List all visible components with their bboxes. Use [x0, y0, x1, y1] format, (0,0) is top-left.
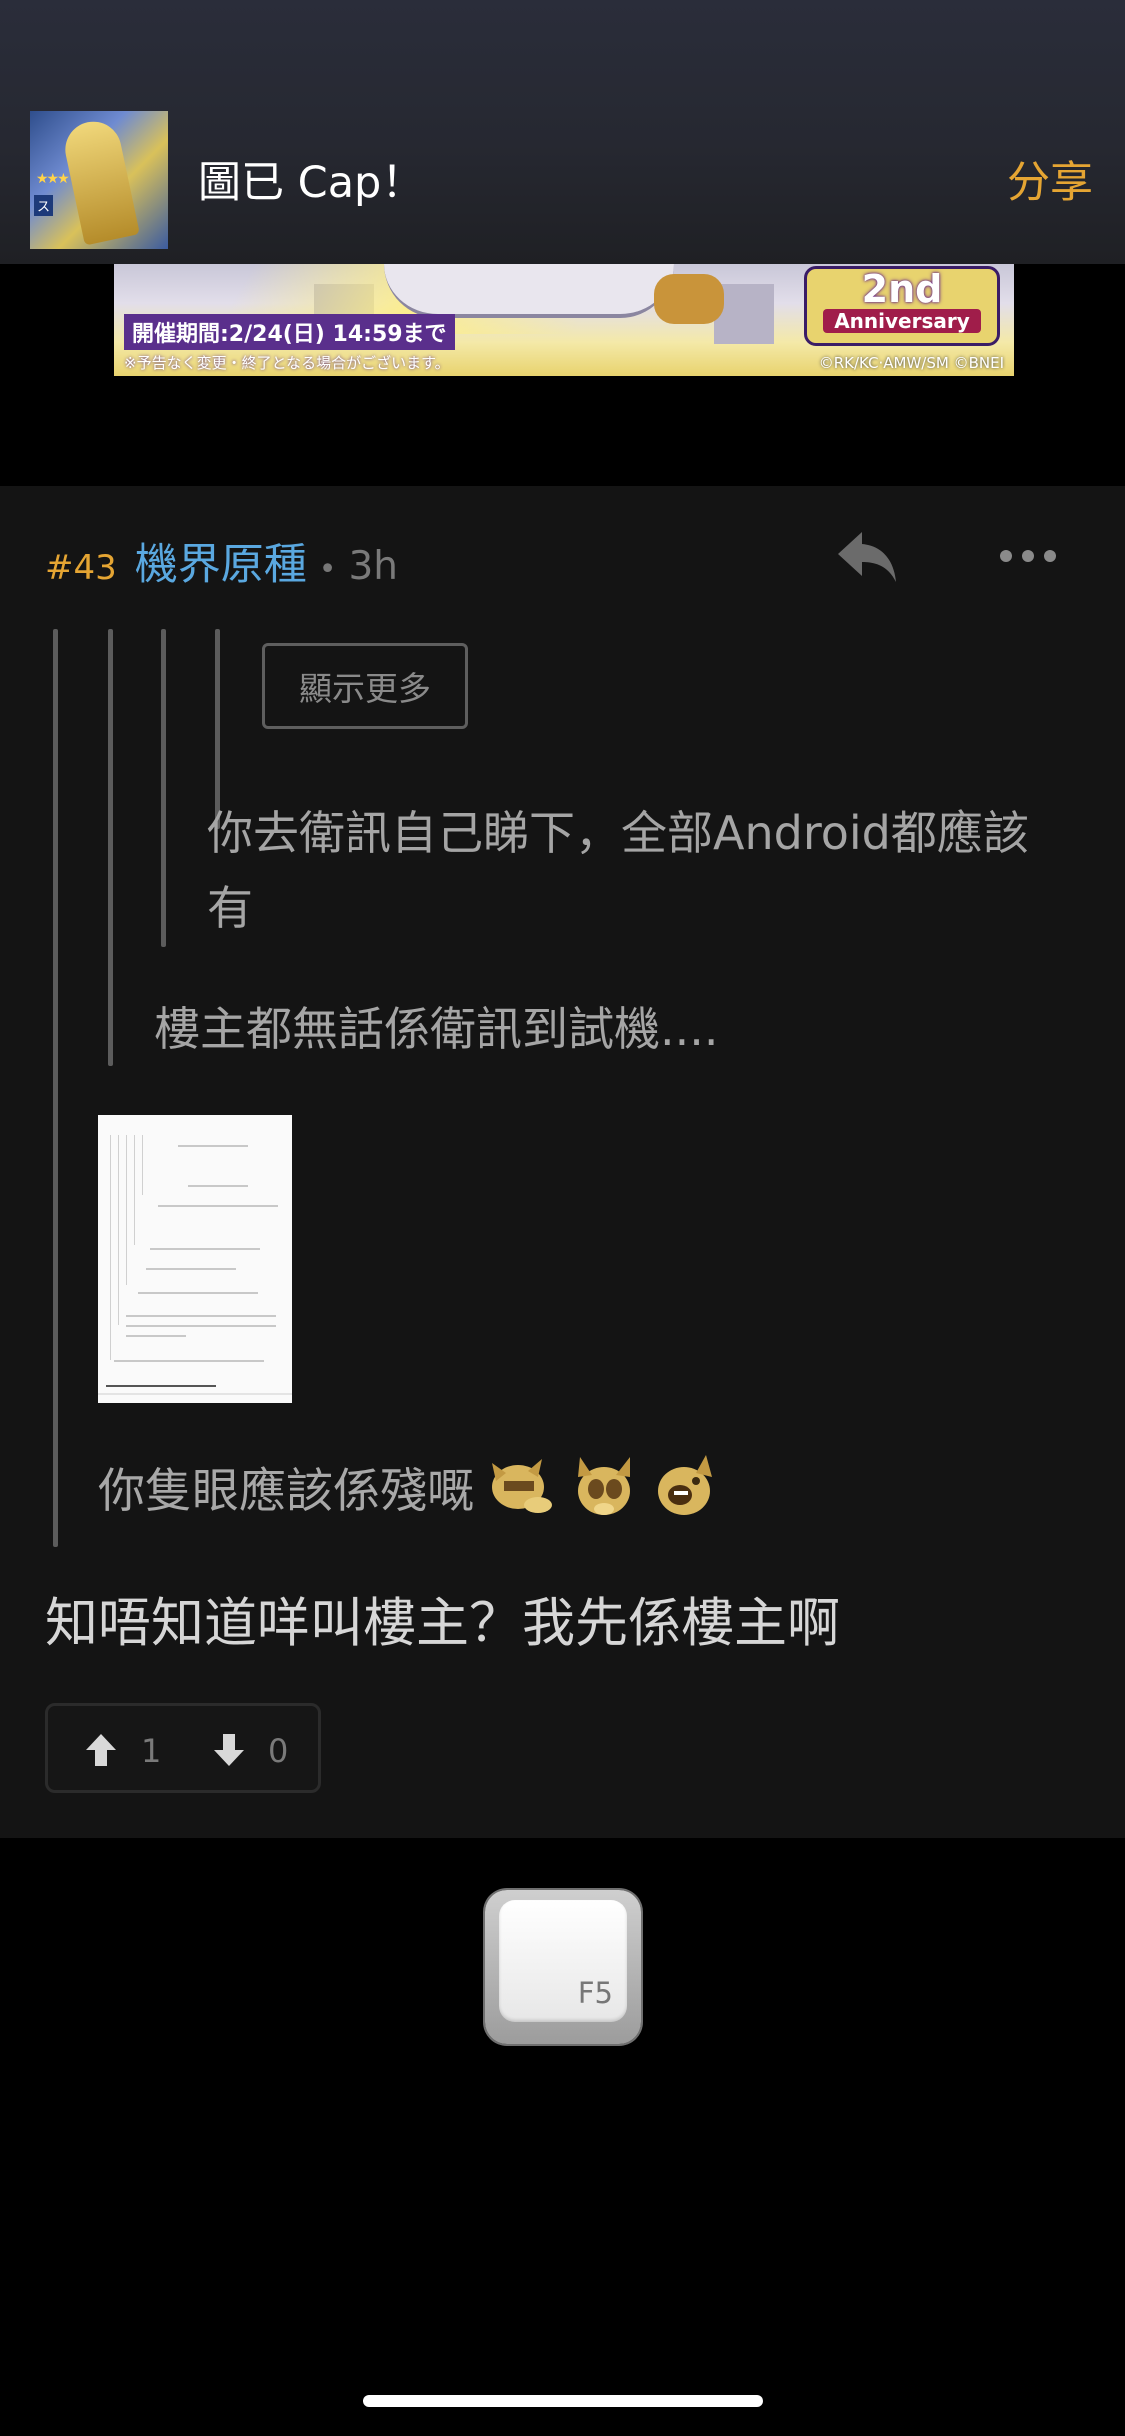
refresh-f5-button[interactable]: F5 [485, 1890, 641, 2044]
quote-bar-level-2 [108, 629, 113, 1066]
thumbnail-figure [60, 116, 140, 246]
post-body: 知唔知道咩叫樓主？我先係樓主啊 [45, 1593, 840, 1654]
thread-title: 圖已 Cap！ [198, 158, 425, 208]
banner-note: ※予告なく変更・終了となる場合がございます。 [124, 354, 450, 372]
share-button[interactable]: 分享 [1007, 148, 1093, 210]
quote-image-thumbnail[interactable] [98, 1115, 292, 1403]
dog-emoji-icon [492, 1459, 552, 1513]
post-username[interactable]: 機界原種 [135, 530, 307, 592]
banner-character-shoe [654, 274, 724, 324]
meta-separator: • [318, 552, 337, 587]
key-face: F5 [499, 1900, 627, 2022]
banner-copyright: ©RK/KC·AMW/SM ©BNEI [818, 354, 1004, 372]
reply-icon[interactable] [836, 526, 898, 586]
key-label: F5 [577, 1976, 613, 2010]
thread-thumbnail[interactable]: ★★★ ス [30, 111, 168, 249]
quote-mid-text: 樓主都無話係衛訊到試機.... [154, 1002, 719, 1056]
quote-bar-level-3 [161, 629, 166, 947]
home-indicator[interactable] [363, 2395, 763, 2407]
upvote-icon[interactable] [84, 1732, 118, 1768]
vote-box: 1 0 [45, 1703, 321, 1793]
show-more-button[interactable]: 顯示更多 [262, 643, 468, 729]
anniversary-label: Anniversary [823, 309, 981, 333]
anniversary-badge: 2nd Anniversary [804, 266, 1000, 346]
thumbnail-stars: ★★★ [36, 171, 70, 187]
quote-text-row: 你隻眼應該係殘嘅 [98, 1451, 726, 1521]
banner-period: 開催期間:2/24(日) 14:59まで [124, 314, 455, 350]
upvote-count: 1 [141, 1732, 162, 1770]
downvote-icon[interactable] [212, 1732, 246, 1768]
post-meta: #43 機界原種 • 3h [45, 530, 398, 592]
more-icon[interactable] [998, 548, 1058, 564]
app-header: ★★★ ス 圖已 Cap！ 分享 [0, 0, 1125, 264]
post-time: 3h [348, 544, 398, 589]
banner-image[interactable]: 開催期間:2/24(日) 14:59まで ※予告なく変更・終了となる場合がござい… [114, 264, 1014, 376]
banner-character [384, 264, 674, 318]
quote-bar-level-1 [53, 629, 58, 1547]
post-card: #43 機界原種 • 3h 顯示更多 你去衛訊自己睇下，全部Android都應該… [0, 486, 1125, 1838]
quote-deep-text: 你去衛訊自己睇下，全部Android都應該有 [207, 806, 1029, 935]
dog-emoji-icon [578, 1457, 630, 1515]
quote-text: 你隻眼應該係殘嘅 [98, 1463, 474, 1519]
dog-emoji-icon [658, 1455, 712, 1515]
anniversary-number: 2nd [861, 267, 943, 311]
thumbnail-tag: ス [34, 195, 54, 216]
downvote-count: 0 [268, 1732, 289, 1770]
post-number: #43 [45, 548, 117, 588]
